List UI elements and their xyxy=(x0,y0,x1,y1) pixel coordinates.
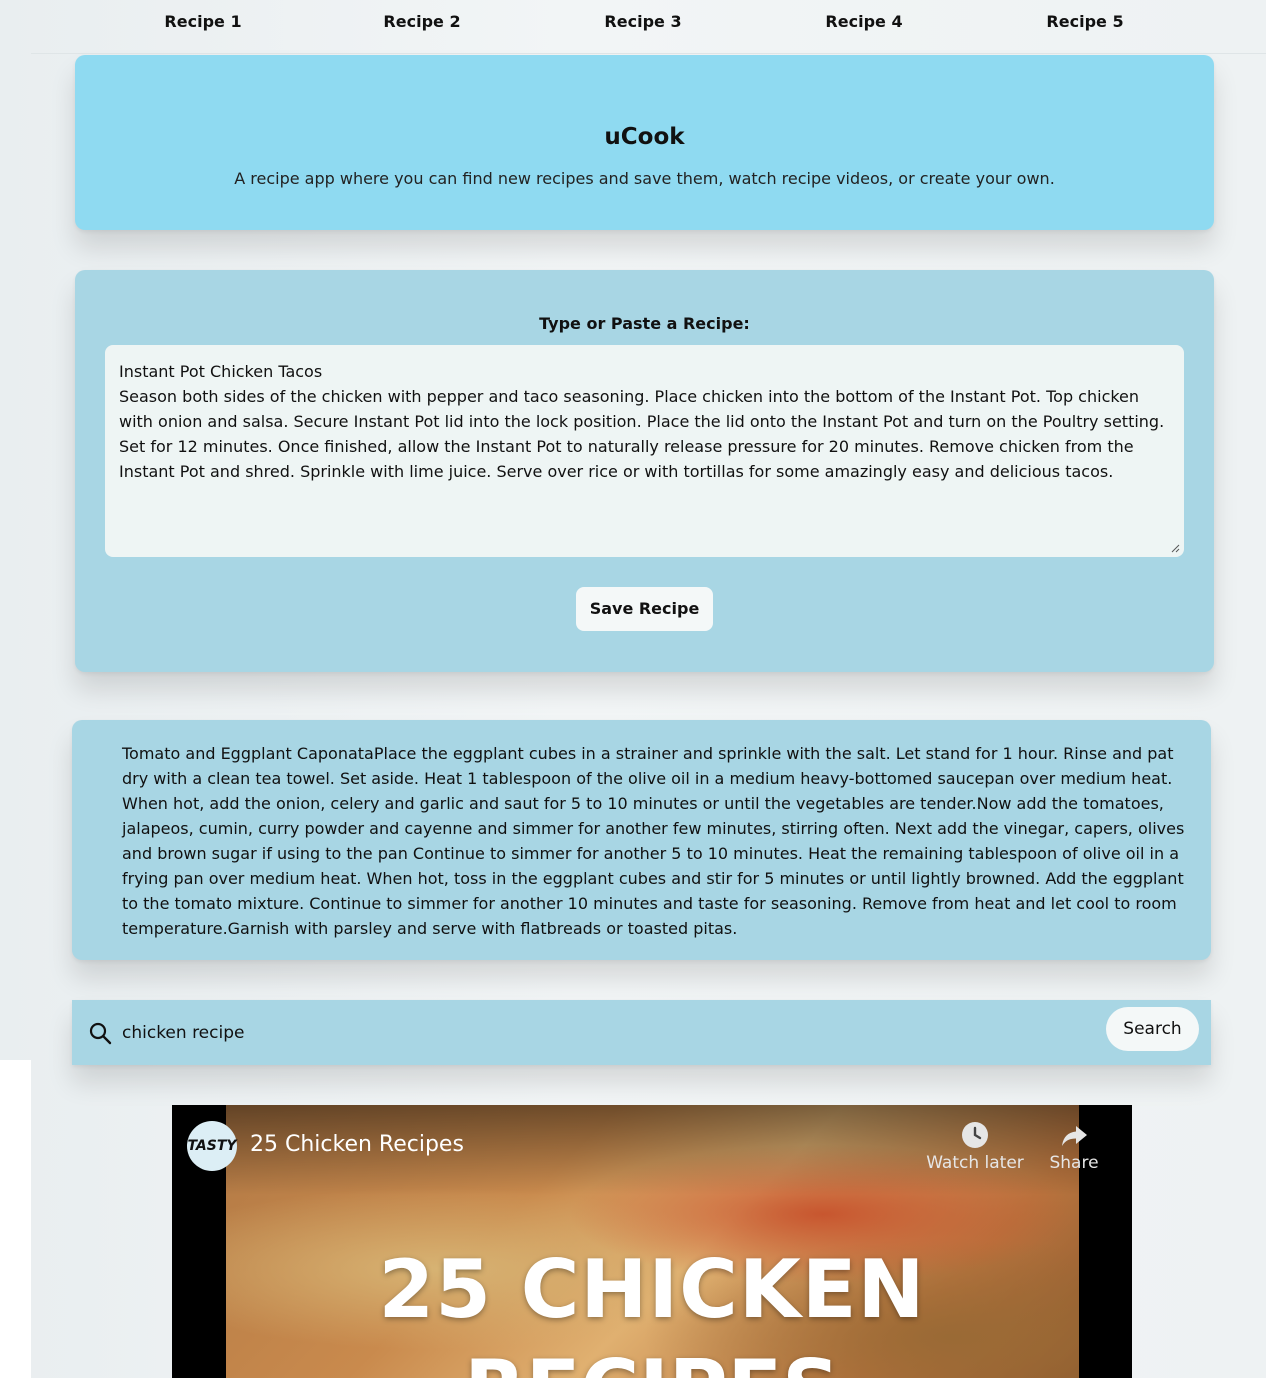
watch-later-button[interactable]: Watch later xyxy=(925,1121,1025,1173)
app-title: uCook xyxy=(604,124,685,150)
nav-item-recipe-2[interactable]: Recipe 2 xyxy=(362,12,482,31)
recipe-editor-panel: Type or Paste a Recipe: Instant Pot Chic… xyxy=(75,270,1214,672)
saved-recipe-card: Tomato and Eggplant CaponataPlace the eg… xyxy=(72,720,1211,960)
recipe-editor-label: Type or Paste a Recipe: xyxy=(539,314,750,333)
clock-icon xyxy=(962,1122,988,1148)
top-nav: Recipe 1 Recipe 2 Recipe 3 Recipe 4 Reci… xyxy=(31,0,1266,54)
video-overlay-title: 25 CHICKEN xyxy=(378,1243,926,1336)
page-bottom-edge xyxy=(0,1378,1268,1382)
watch-later-label: Watch later xyxy=(926,1153,1024,1173)
save-recipe-button[interactable]: Save Recipe xyxy=(576,587,713,631)
nav-item-recipe-1[interactable]: Recipe 1 xyxy=(143,12,263,31)
video-player[interactable]: TASTY 25 Chicken Recipes Watch later Sha… xyxy=(172,1105,1132,1378)
share-icon xyxy=(1062,1126,1087,1146)
app-subtitle: A recipe app where you can find new reci… xyxy=(234,169,1055,188)
search-icon xyxy=(89,1022,112,1045)
video-title[interactable]: 25 Chicken Recipes xyxy=(250,1132,464,1157)
hero-banner: uCook A recipe app where you can find ne… xyxy=(75,55,1214,230)
page-margin xyxy=(0,1060,31,1382)
recipe-textarea[interactable]: Instant Pot Chicken Tacos Season both si… xyxy=(105,345,1184,557)
nav-item-recipe-4[interactable]: Recipe 4 xyxy=(804,12,924,31)
saved-recipe-text: Tomato and Eggplant CaponataPlace the eg… xyxy=(122,744,1185,938)
share-label: Share xyxy=(1049,1153,1099,1173)
video-search-bar: Search xyxy=(72,1000,1211,1065)
resize-grip-icon[interactable] xyxy=(1170,543,1180,553)
share-button[interactable]: Share xyxy=(1024,1121,1124,1173)
search-input[interactable] xyxy=(122,1018,1022,1048)
search-button[interactable]: Search xyxy=(1106,1007,1199,1051)
channel-logo[interactable]: TASTY xyxy=(187,1121,237,1171)
video-overlay-title-2: RECIPES xyxy=(172,1343,1132,1378)
nav-item-recipe-3[interactable]: Recipe 3 xyxy=(583,12,703,31)
nav-item-recipe-5[interactable]: Recipe 5 xyxy=(1025,12,1145,31)
